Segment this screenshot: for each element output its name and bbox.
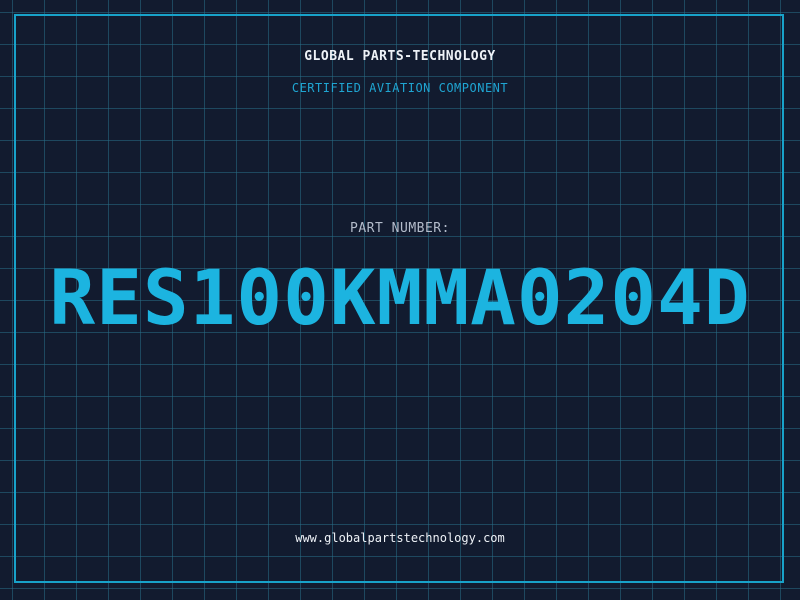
part-label-card: GLOBAL PARTS-TECHNOLOGY CERTIFIED AVIATI… xyxy=(0,0,800,600)
company-name: GLOBAL PARTS-TECHNOLOGY xyxy=(304,49,496,64)
website-url: www.globalpartstechnology.com xyxy=(295,531,505,545)
certification-subtitle: CERTIFIED AVIATION COMPONENT xyxy=(291,81,509,95)
part-number-value: RES100KMMA0204D xyxy=(49,253,751,342)
part-number-label: PART NUMBER: xyxy=(350,221,450,236)
